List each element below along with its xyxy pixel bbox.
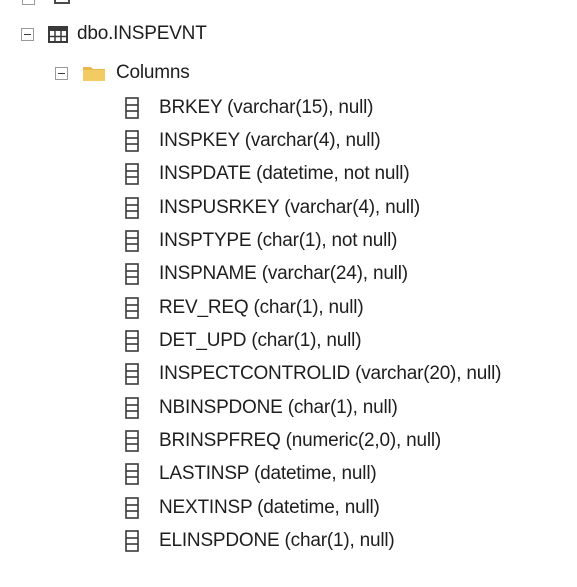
column-label: LASTINSP (datetime, null) <box>159 463 377 484</box>
tree-item-columns-folder[interactable]: Columns <box>55 58 190 88</box>
object-explorer-tree: dbo.INSPEVNT Columns BRKEY (varchar(15),… <box>0 0 577 587</box>
column-label: BRKEY (varchar(15), null) <box>159 97 374 118</box>
tree-item-column[interactable]: INSPNAME (varchar(24), null) <box>125 259 408 289</box>
column-icon <box>125 97 139 119</box>
column-icon <box>125 363 139 385</box>
column-label: INSPKEY (varchar(4), null) <box>159 130 381 151</box>
column-label: ELINSPDONE (char(1), null) <box>159 530 395 551</box>
tree-item-column[interactable]: DET_UPD (char(1), null) <box>125 326 362 356</box>
column-label: INSPNAME (varchar(24), null) <box>159 263 408 284</box>
tree-item-column[interactable]: LASTINSP (datetime, null) <box>125 459 377 489</box>
folder-icon <box>83 67 105 81</box>
tree-item-column[interactable]: INSPECTCONTROLID (varchar(20), null) <box>125 359 501 389</box>
expand-icon[interactable] <box>22 0 35 5</box>
column-label: BRINSPFREQ (numeric(2,0), null) <box>159 430 442 451</box>
column-icon <box>125 263 139 285</box>
column-icon <box>125 130 139 152</box>
column-label: REV_REQ (char(1), null) <box>159 297 364 318</box>
column-icon <box>125 397 139 419</box>
collapse-icon[interactable] <box>21 27 34 41</box>
tree-item-column[interactable]: BRINSPFREQ (numeric(2,0), null) <box>125 426 441 456</box>
column-icon <box>125 197 139 219</box>
column-label: NBINSPDONE (char(1), null) <box>159 397 398 418</box>
tree-item-column[interactable]: INSPDATE (datetime, not null) <box>125 159 410 189</box>
column-label: NEXTINSP (datetime, null) <box>159 497 380 518</box>
column-label: INSPECTCONTROLID (varchar(20), null) <box>159 363 502 384</box>
tree-item-table[interactable]: dbo.INSPEVNT <box>21 19 207 49</box>
collapse-icon[interactable] <box>55 66 68 80</box>
table-name: dbo.INSPEVNT <box>77 23 207 44</box>
table-icon <box>48 25 68 43</box>
column-icon <box>125 530 139 552</box>
tree-item-column[interactable]: REV_REQ (char(1), null) <box>125 293 364 323</box>
column-label: DET_UPD (char(1), null) <box>159 330 362 351</box>
tree-item-previous-table[interactable] <box>14 0 114 8</box>
column-icon <box>125 463 139 485</box>
column-icon <box>125 163 139 185</box>
column-label: INSPTYPE (char(1), not null) <box>159 230 398 251</box>
column-label: INSPDATE (datetime, not null) <box>159 163 410 184</box>
column-icon <box>125 430 139 452</box>
column-icon <box>125 330 139 352</box>
table-icon <box>54 0 70 4</box>
tree-item-column[interactable]: ELINSPDONE (char(1), null) <box>125 526 395 556</box>
column-label: INSPUSRKEY (varchar(4), null) <box>159 197 420 218</box>
column-icon <box>125 497 139 519</box>
tree-item-column[interactable]: INSPUSRKEY (varchar(4), null) <box>125 193 420 223</box>
column-icon <box>125 297 139 319</box>
tree-item-column[interactable]: INSPTYPE (char(1), not null) <box>125 226 398 256</box>
folder-name: Columns <box>116 62 190 83</box>
tree-item-column[interactable]: INSPKEY (varchar(4), null) <box>125 126 381 156</box>
tree-item-column[interactable]: NBINSPDONE (char(1), null) <box>125 393 398 423</box>
tree-item-column[interactable]: BRKEY (varchar(15), null) <box>125 93 373 123</box>
tree-item-column[interactable]: NEXTINSP (datetime, null) <box>125 493 380 523</box>
column-icon <box>125 230 139 252</box>
